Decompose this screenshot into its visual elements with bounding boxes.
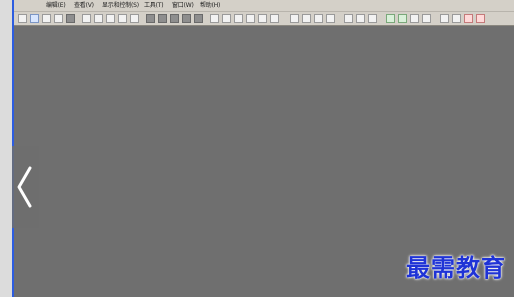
cut-icon[interactable] <box>82 14 91 23</box>
zoom-fit-icon[interactable] <box>314 14 323 23</box>
undo-icon[interactable] <box>118 14 127 23</box>
tool-b-icon[interactable] <box>222 14 231 23</box>
zoom-in-icon[interactable] <box>290 14 299 23</box>
menu-help[interactable]: 帮助(H) <box>200 1 220 11</box>
menu-window[interactable]: 窗口(W) <box>172 1 194 11</box>
redo-icon[interactable] <box>130 14 139 23</box>
toolbar <box>14 12 514 26</box>
menu-bar: 编辑(E) 查看(V) 显示和控制(S) 工具(T) 窗口(W) 帮助(H) <box>14 0 514 12</box>
nav-3-icon[interactable] <box>464 14 473 23</box>
dark-tool-5-icon[interactable] <box>194 14 203 23</box>
tool-a-icon[interactable] <box>210 14 219 23</box>
carousel-prev-button[interactable] <box>12 146 39 228</box>
layout-3-icon[interactable] <box>368 14 377 23</box>
tool-f-icon[interactable] <box>270 14 279 23</box>
insert-2-icon[interactable] <box>398 14 407 23</box>
nav-1-icon[interactable] <box>440 14 449 23</box>
nav-2-icon[interactable] <box>452 14 461 23</box>
insert-1-icon[interactable] <box>386 14 395 23</box>
menu-edit[interactable]: 编辑(E) <box>46 1 66 11</box>
menu-view[interactable]: 查看(V) <box>74 1 94 11</box>
new-file-icon[interactable] <box>30 14 39 23</box>
dark-tool-1-icon[interactable] <box>146 14 155 23</box>
menu-display-control[interactable]: 显示和控制(S) <box>102 1 139 11</box>
dark-tool-3-icon[interactable] <box>170 14 179 23</box>
dark-tool-2-icon[interactable] <box>158 14 167 23</box>
paste-icon[interactable] <box>106 14 115 23</box>
copy-icon[interactable] <box>94 14 103 23</box>
dark-tool-4-icon[interactable] <box>182 14 191 23</box>
nav-4-icon[interactable] <box>476 14 485 23</box>
zoom-out-icon[interactable] <box>302 14 311 23</box>
insert-4-icon[interactable] <box>422 14 431 23</box>
chevron-left-icon <box>17 166 32 208</box>
layout-2-icon[interactable] <box>356 14 365 23</box>
layout-1-icon[interactable] <box>344 14 353 23</box>
print-icon[interactable] <box>66 14 75 23</box>
tool-c-icon[interactable] <box>234 14 243 23</box>
menu-tools[interactable]: 工具(T) <box>144 1 164 11</box>
tool-d-icon[interactable] <box>246 14 255 23</box>
open-folder-icon[interactable] <box>42 14 51 23</box>
save-icon[interactable] <box>54 14 63 23</box>
zoom-box-icon[interactable] <box>326 14 335 23</box>
watermark: 最需教育 <box>406 253 506 282</box>
insert-3-icon[interactable] <box>410 14 419 23</box>
tool-e-icon[interactable] <box>258 14 267 23</box>
pointer-icon[interactable] <box>18 14 27 23</box>
